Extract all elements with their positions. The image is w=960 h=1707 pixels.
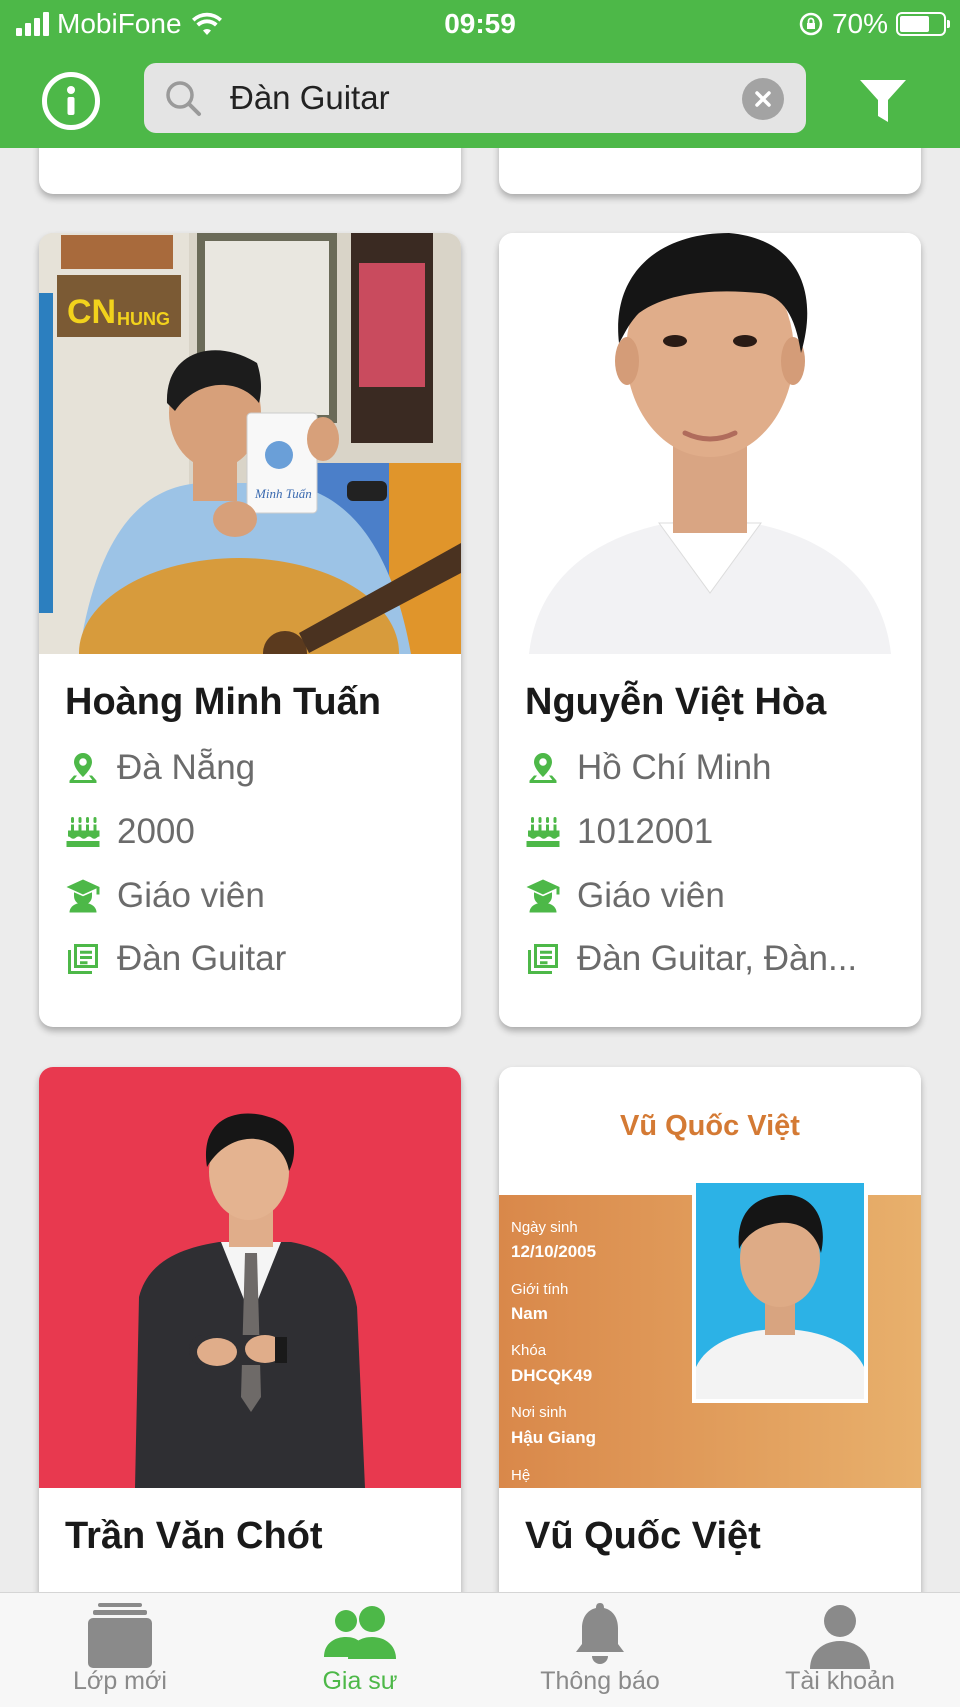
nav-classes[interactable]: Lớp mới [0, 1593, 240, 1707]
occupation-text: Giáo viên [577, 876, 725, 915]
tutor-name: Trần Văn Chót [65, 1515, 323, 1557]
gender-value: Nam [511, 1304, 548, 1323]
location-pin-icon [65, 750, 101, 786]
tutor-photo [39, 1067, 461, 1488]
location-text: Đà Nẵng [117, 748, 256, 787]
tutor-location: Hồ Chí Minh [525, 748, 905, 788]
account-icon [810, 1605, 870, 1669]
birth-text: 1012001 [577, 812, 714, 851]
svg-text:HUNG: HUNG [117, 309, 170, 329]
nav-label: Tài khoản [785, 1667, 895, 1695]
clear-icon [755, 91, 771, 107]
tutor-photo [499, 233, 921, 654]
notebook-text: Minh Tuấn [254, 486, 312, 501]
nav-account[interactable]: Tài khoản [720, 1593, 960, 1707]
tutor-card[interactable]: Trần Văn Chót [39, 1067, 461, 1667]
battery-icon [896, 12, 950, 36]
bottom-navigation: Lớp mới Gia sư Thông báo Tài khoản [0, 1592, 960, 1707]
nav-label: Lớp mới [73, 1667, 167, 1695]
search-input[interactable]: Đàn Guitar [230, 79, 390, 117]
graduate-icon [65, 878, 101, 914]
tutor-occupation: Giáo viên [65, 876, 445, 916]
gender-label: Giới tính [511, 1281, 568, 1298]
tutor-name: Hoàng Minh Tuấn [65, 681, 381, 723]
book-icon [65, 941, 101, 977]
tutor-occupation: Giáo viên [525, 876, 905, 916]
classes-icon [88, 1603, 152, 1668]
location-pin-icon [525, 750, 561, 786]
svg-text:CN: CN [67, 293, 116, 331]
search-icon [166, 81, 201, 116]
tutor-name: Nguyễn Việt Hòa [525, 681, 827, 723]
rotation-lock-icon [799, 12, 823, 36]
search-bar[interactable]: Đàn Guitar [144, 63, 806, 133]
system-label: Hệ [511, 1467, 530, 1484]
app-header: MobiFone 09:59 70% Đàn Guitar [0, 0, 960, 148]
tutor-name: Vũ Quốc Việt [525, 1515, 761, 1557]
location-text: Hồ Chí Minh [577, 748, 772, 787]
dob-label: Ngày sinh [511, 1219, 578, 1236]
birthplace-value: Hậu Giang [511, 1428, 596, 1447]
birth-text: 2000 [117, 812, 195, 851]
subject-text: Đàn Guitar, Đàn... [577, 939, 858, 978]
battery-percent: 70% [831, 8, 888, 39]
tutor-birth: 2000 [65, 812, 445, 852]
graduate-icon [525, 878, 561, 914]
info-button[interactable] [42, 72, 100, 130]
course-label: Khóa [511, 1342, 547, 1359]
subject-text: Đàn Guitar [117, 939, 287, 978]
status-bar: MobiFone 09:59 70% [0, 0, 960, 50]
nav-notifications[interactable]: Thông báo [480, 1593, 720, 1707]
tutor-photo: Vũ Quốc Việt Ngày sinh 12/10/2005 Giới t… [499, 1067, 921, 1488]
info-icon [67, 86, 75, 115]
course-value: DHCQK49 [511, 1366, 592, 1385]
birthday-cake-icon [525, 814, 561, 850]
tutors-icon [324, 1606, 396, 1659]
tutor-photo: CN HUNG Minh Tuấn [39, 233, 461, 654]
tutor-birth: 1012001 [525, 812, 905, 852]
filter-icon[interactable] [858, 76, 908, 126]
dob-value: 12/10/2005 [511, 1242, 596, 1261]
tutor-subject: Đàn Guitar [65, 939, 445, 979]
nav-tutors[interactable]: Gia sư [240, 1593, 480, 1707]
book-icon [525, 941, 561, 977]
occupation-text: Giáo viên [117, 876, 265, 915]
tutor-card[interactable]: Vũ Quốc Việt Ngày sinh 12/10/2005 Giới t… [499, 1067, 921, 1667]
battery-level [900, 16, 930, 32]
tutor-location: Đà Nẵng [65, 748, 445, 788]
nav-label: Thông báo [540, 1667, 660, 1695]
bell-icon [576, 1603, 624, 1664]
tutor-card[interactable]: CN HUNG Minh Tuấn Hoàng Minh Tuấn Đà Nẵn [39, 233, 461, 1027]
nav-label: Gia sư [322, 1667, 398, 1695]
id-card-title: Vũ Quốc Việt [620, 1110, 800, 1142]
birthday-cake-icon [65, 814, 101, 850]
tutor-subject: Đàn Guitar, Đàn... [525, 939, 905, 979]
clear-search-button[interactable] [742, 78, 784, 120]
birthplace-label: Nơi sinh [511, 1404, 567, 1421]
tutor-card[interactable]: Nguyễn Việt Hòa Hồ Chí Minh 1012001 Giáo… [499, 233, 921, 1027]
